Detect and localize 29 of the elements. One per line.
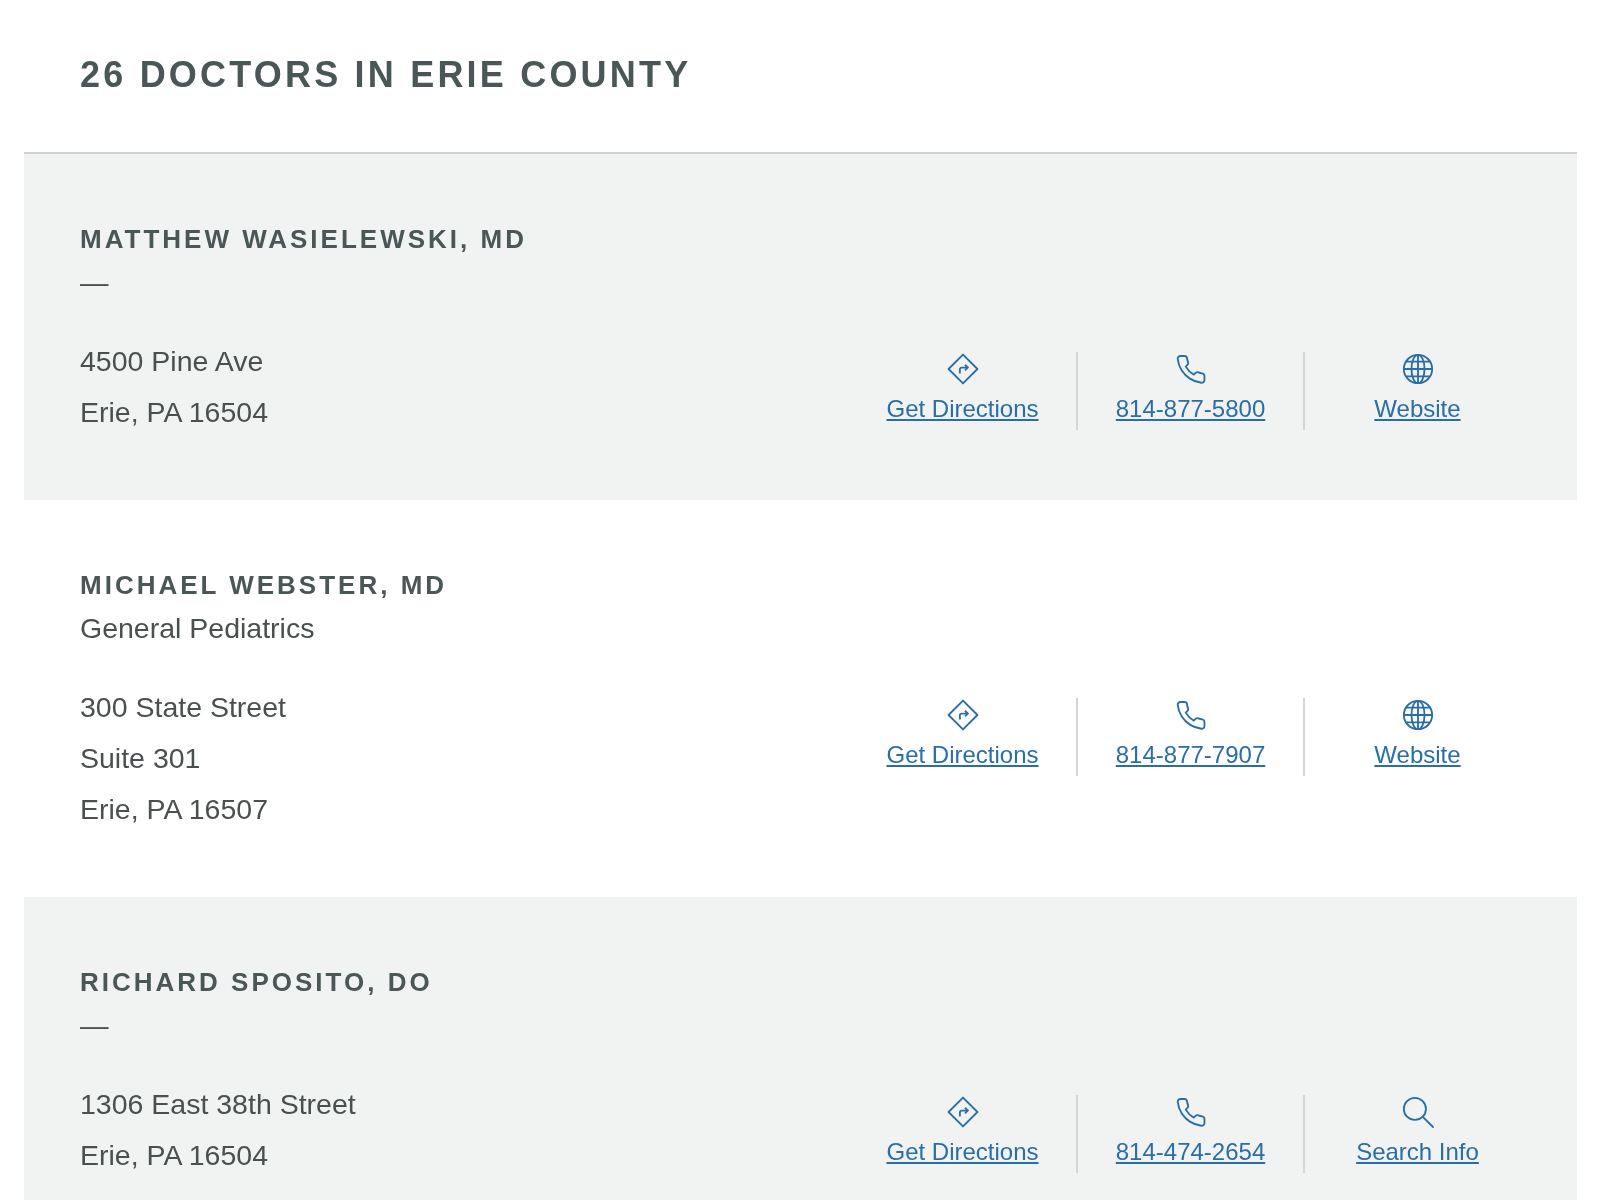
website-link[interactable]: Website [1374,740,1461,770]
direction-sign-icon[interactable] [945,698,980,732]
phone-link[interactable]: 814-877-5800 [1115,394,1266,424]
website-link[interactable]: Website [1374,394,1461,424]
page-heading: 26 DOCTORS IN ERIE COUNTY [80,53,692,97]
search-info-link[interactable]: Search Info [1356,1137,1479,1167]
globe-icon[interactable] [1400,698,1435,732]
specialty-text: General Pediatrics [80,611,315,646]
address-line: 1306 East 38th Street [80,1087,356,1122]
address-line: Suite 301 [80,741,201,776]
address-line: 4500 Pine Ave [80,344,264,379]
address-line: 300 State Street [80,690,286,725]
search-icon[interactable] [1400,1095,1435,1129]
globe-icon[interactable] [1400,352,1435,386]
direction-sign-icon[interactable] [945,352,980,386]
directions-link[interactable]: Get Directions [886,394,1039,424]
specialty-text: — [80,265,109,300]
direction-sign-icon[interactable] [945,1095,980,1129]
directions-link[interactable]: Get Directions [886,740,1039,770]
doctor-name: MICHAEL WEBSTER, MD [80,570,448,600]
phone-link[interactable]: 814-877-7907 [1115,740,1266,770]
doctor-name: RICHARD SPOSITO, DO [80,967,433,997]
address-line: Erie, PA 16504 [80,1138,269,1173]
specialty-text: — [80,1008,109,1043]
directions-link[interactable]: Get Directions [886,1137,1039,1167]
doctor-name: MATTHEW WASIELEWSKI, MD [80,224,527,254]
phone-link[interactable]: 814-474-2654 [1115,1137,1266,1167]
address-line: Erie, PA 16507 [80,792,269,827]
address-line: Erie, PA 16504 [80,395,269,430]
